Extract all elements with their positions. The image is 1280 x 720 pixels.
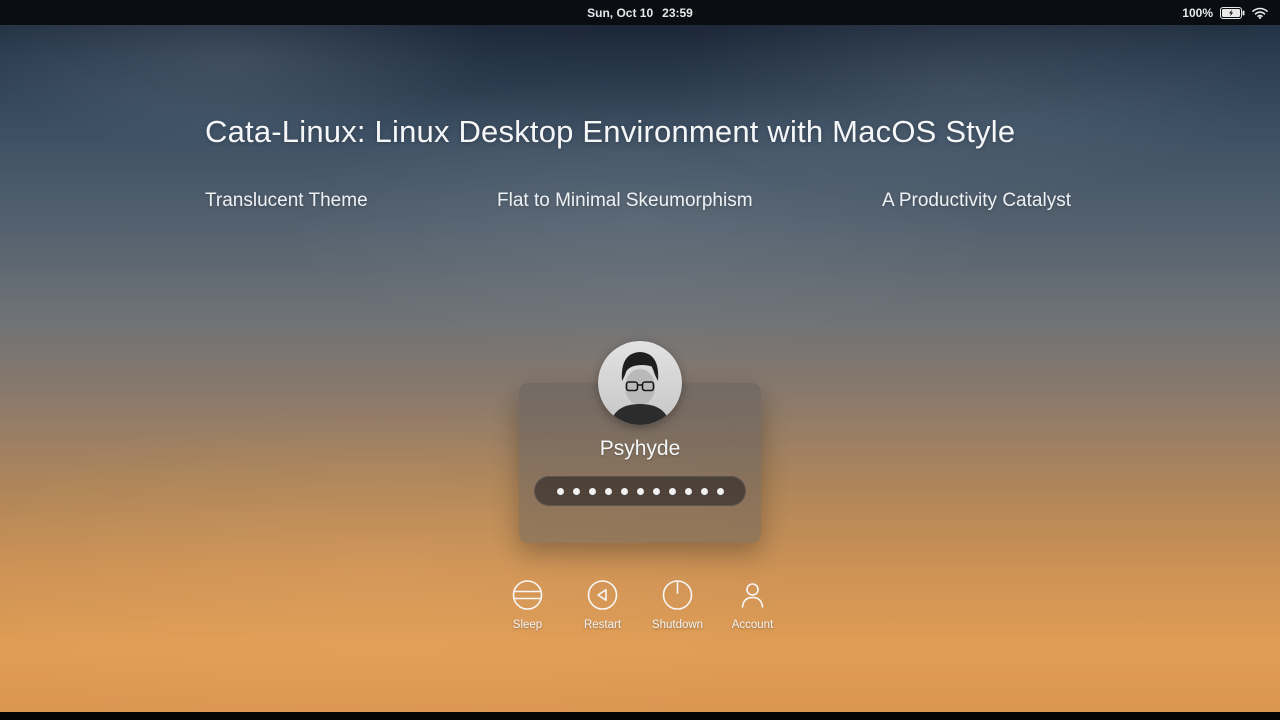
password-dot [700,487,708,495]
shutdown-button[interactable]: Shutdown [646,577,710,631]
password-dot [604,487,612,495]
hero: Cata-Linux: Linux Desktop Environment wi… [205,114,1071,212]
account-button[interactable]: Account [721,577,785,631]
password-dot [588,487,596,495]
password-input[interactable] [534,476,746,506]
feature-productivity-catalyst: A Productivity Catalyst [881,190,1071,211]
clock-date: Sun, Oct 10 [587,5,654,20]
username-label: Psyhyde [599,437,681,460]
feature-translucent-theme: Translucent Theme [205,190,368,211]
password-dot [716,487,724,495]
menu-bar-status: 100% [1182,6,1280,20]
account-icon [735,577,771,613]
menu-bar-clock: Sun, Oct 10 23:59 [587,6,693,20]
password-dot [620,487,628,495]
shutdown-icon [660,577,696,613]
password-dot [636,487,644,495]
password-dot [572,487,580,495]
user-avatar[interactable] [598,341,682,425]
feature-flat-skeumorphism: Flat to Minimal Skeumorphism [497,190,753,211]
battery-percent-label: 100% [1182,5,1213,20]
bottom-letterbox [0,712,1280,720]
password-dot [684,487,692,495]
login-screen: Sun, Oct 10 23:59 100% Cata-Linux: Linux… [0,0,1280,720]
password-dot [556,487,564,495]
battery-icon [1220,6,1245,19]
restart-button[interactable]: Restart [571,577,635,631]
feature-list: Translucent Theme Flat to Minimal Skeumo… [205,190,1071,212]
password-dot [652,487,660,495]
sleep-label: Sleep [512,619,543,631]
shutdown-label: Shutdown [651,619,704,631]
restart-label: Restart [583,619,622,631]
menu-bar: Sun, Oct 10 23:59 100% [0,0,1280,25]
session-actions: Sleep Restart Shutdown Account [496,577,785,631]
page-title: Cata-Linux: Linux Desktop Environment wi… [205,114,1016,149]
password-dot [668,487,676,495]
restart-icon [585,577,621,613]
wifi-icon [1252,7,1268,19]
clock-time: 23:59 [662,5,693,20]
sleep-icon [510,577,546,613]
sleep-button[interactable]: Sleep [496,577,560,631]
account-label: Account [731,619,774,631]
